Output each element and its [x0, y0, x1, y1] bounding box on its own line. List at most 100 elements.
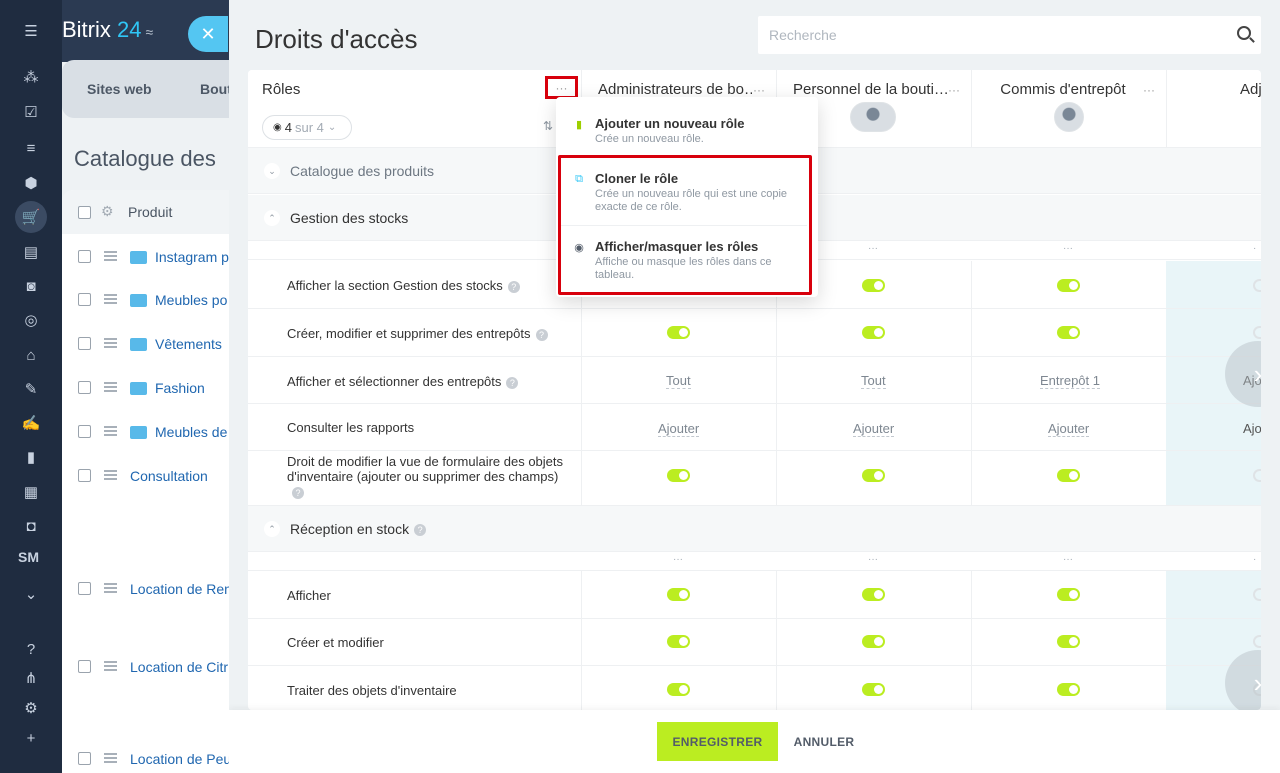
permission-toggle[interactable] — [862, 635, 885, 648]
activity-icon[interactable]: ⁂ — [20, 66, 42, 88]
row-checkbox[interactable] — [78, 752, 91, 765]
row-checkbox[interactable] — [78, 250, 91, 263]
select-all-checkbox[interactable] — [78, 206, 91, 219]
row-link[interactable]: Instagram p — [155, 249, 229, 265]
row-link[interactable]: Location de Peu — [130, 751, 231, 767]
menu-item-add-role[interactable]: ▮ Ajouter un nouveau rôle Crée un nouvea… — [556, 97, 818, 153]
roles-counter-dropdown[interactable]: ◉ 4 sur 4 ⌄ — [262, 115, 352, 140]
permission-toggle[interactable] — [862, 469, 885, 482]
permission-toggle[interactable] — [667, 683, 690, 696]
column-section-menu[interactable]: ··· — [1063, 554, 1073, 565]
row-link[interactable]: Fashion — [155, 380, 205, 396]
camera-icon[interactable]: ◘ — [20, 515, 42, 537]
permission-value[interactable]: Tout — [666, 373, 691, 389]
close-slider-button[interactable]: ✕ — [188, 16, 228, 52]
permission-toggle[interactable] — [1253, 469, 1261, 482]
permission-toggle[interactable] — [667, 469, 690, 482]
column-section-menu[interactable]: · — [1253, 243, 1256, 254]
drag-handle-icon[interactable] — [104, 251, 117, 261]
search-input[interactable] — [758, 16, 1261, 54]
robot-icon[interactable]: ◙ — [20, 275, 42, 297]
drag-handle-icon[interactable] — [104, 753, 117, 763]
analytics-icon[interactable]: ▮ — [20, 446, 42, 468]
permission-toggle[interactable] — [1057, 469, 1080, 482]
permission-toggle[interactable] — [862, 683, 885, 696]
cancel-button[interactable]: ANNULER — [789, 722, 859, 761]
chevron-down-icon[interactable]: ⌄ — [264, 163, 280, 179]
tab-boutique[interactable]: Bout — [200, 81, 232, 97]
drag-handle-icon[interactable] — [104, 661, 117, 671]
row-checkbox[interactable] — [78, 337, 91, 350]
row-checkbox[interactable] — [78, 293, 91, 306]
drag-handle-icon[interactable] — [104, 426, 117, 436]
permission-toggle[interactable] — [1057, 279, 1080, 292]
permission-toggle[interactable] — [1253, 635, 1261, 648]
contact-card-icon[interactable]: ▤ — [20, 241, 42, 263]
help-icon[interactable]: ? — [20, 638, 42, 660]
roles-more-button[interactable]: ··· — [545, 76, 578, 99]
column-title[interactable]: Commis d'entrepôt — [972, 81, 1142, 98]
drag-handle-icon[interactable] — [104, 470, 117, 480]
tab-sites-web[interactable]: Sites web — [87, 81, 152, 97]
section-stock-receipt[interactable]: ⌃ Réception en stock? — [248, 506, 1261, 552]
structure-icon[interactable]: ⋔ — [20, 667, 42, 689]
column-section-menu[interactable]: ··· — [868, 243, 878, 254]
chevron-up-icon[interactable]: ⌃ — [264, 210, 280, 226]
row-link[interactable]: Meubles de — [155, 424, 227, 440]
row-checkbox[interactable] — [78, 469, 91, 482]
target-icon[interactable]: ◎ — [20, 309, 42, 331]
settings-gear-icon[interactable]: ⚙ — [101, 203, 114, 220]
help-icon[interactable]: ? — [507, 280, 520, 293]
column-section-menu[interactable]: ··· — [673, 554, 683, 565]
row-link[interactable]: Consultation — [130, 468, 208, 484]
column-title[interactable]: Personnel de la bouti… — [793, 81, 947, 98]
bank-icon[interactable]: ⌂ — [20, 344, 42, 366]
row-link[interactable]: Meubles po — [155, 292, 227, 308]
permission-toggle[interactable] — [1253, 326, 1261, 339]
cart-icon[interactable]: 🛒 — [15, 201, 47, 233]
collapse-columns-icon[interactable]: ⇅ — [543, 119, 553, 133]
filter-icon[interactable]: ≡ — [20, 137, 42, 159]
tasks-icon[interactable]: ☑ — [20, 101, 42, 123]
drag-handle-icon[interactable] — [104, 294, 117, 304]
column-title[interactable]: Adj — [1240, 81, 1261, 98]
permission-toggle[interactable] — [1253, 279, 1261, 292]
permission-toggle[interactable] — [862, 279, 885, 292]
plus-icon[interactable]: + — [20, 727, 42, 749]
drag-handle-icon[interactable] — [104, 583, 117, 593]
save-button[interactable]: ENREGISTRER — [657, 722, 778, 761]
avatar[interactable] — [850, 102, 896, 132]
document-edit-icon[interactable]: ✍ — [20, 412, 42, 434]
help-icon[interactable]: ? — [506, 376, 519, 389]
permission-toggle[interactable] — [1253, 588, 1261, 601]
drag-handle-icon[interactable] — [104, 382, 117, 392]
column-section-menu[interactable]: ··· — [868, 554, 878, 565]
permission-value[interactable]: Ajouter — [1048, 421, 1090, 437]
row-checkbox[interactable] — [78, 381, 91, 394]
column-section-menu[interactable]: · — [1253, 554, 1256, 565]
permission-toggle[interactable] — [862, 326, 885, 339]
calendar-icon[interactable]: ▦ — [20, 481, 42, 503]
menu-icon[interactable]: ☰ — [20, 20, 42, 42]
permission-toggle[interactable] — [862, 588, 885, 601]
sm-label[interactable]: SM — [18, 549, 39, 565]
column-menu-button[interactable]: ··· — [753, 83, 765, 97]
permission-toggle[interactable] — [667, 635, 690, 648]
permission-toggle[interactable] — [667, 326, 690, 339]
help-icon[interactable]: ? — [535, 328, 548, 341]
permission-toggle[interactable] — [667, 588, 690, 601]
row-checkbox[interactable] — [78, 660, 91, 673]
box-icon[interactable]: ⬢ — [20, 172, 42, 194]
column-produit[interactable]: Produit — [128, 204, 172, 220]
permission-value[interactable]: Ajo — [1243, 421, 1261, 436]
permission-value[interactable]: Ajouter — [658, 421, 700, 437]
row-checkbox[interactable] — [78, 425, 91, 438]
row-checkbox[interactable] — [78, 582, 91, 595]
permission-toggle[interactable] — [1057, 635, 1080, 648]
help-icon[interactable]: ? — [292, 486, 304, 499]
permission-value[interactable]: Entrepôt 1 — [1040, 373, 1100, 389]
signature-icon[interactable]: ✎ — [20, 378, 42, 400]
permission-toggle[interactable] — [1057, 683, 1080, 696]
search-icon[interactable] — [1237, 26, 1251, 40]
row-link[interactable]: Vêtements — [155, 336, 222, 352]
